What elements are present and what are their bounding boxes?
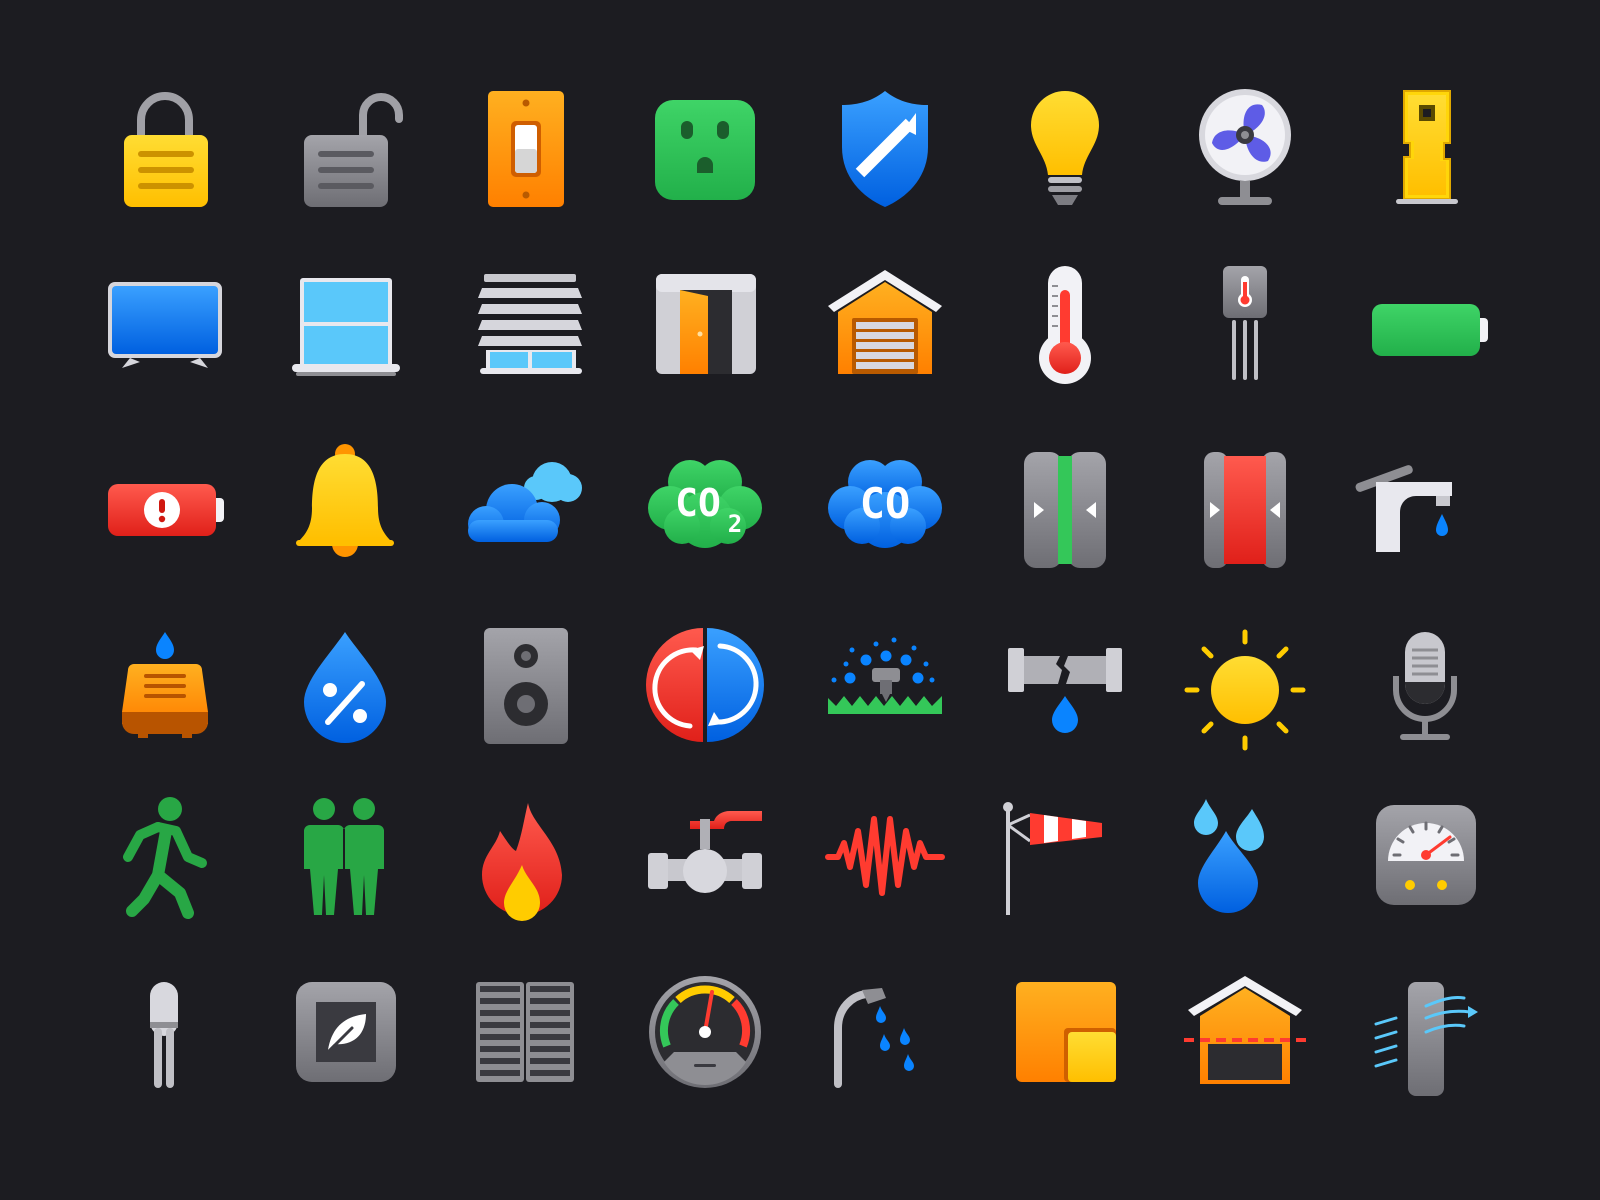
water-valve-icon [640,795,770,925]
co2-subscript: 2 [728,510,742,538]
speaker-icon [460,620,590,750]
co-sensor-icon: CO [820,440,950,570]
light-bulb-icon [1000,85,1130,215]
light-switch-icon [460,85,590,215]
co2-sensor-icon: CO 2 [640,440,770,570]
meter-gauge-icon [1360,795,1490,925]
television-icon [100,262,230,392]
garage-door-icon [820,262,950,392]
shower-icon [820,972,950,1102]
radiator-icon [460,972,590,1102]
motion-walking-icon [100,795,230,925]
air-flow-icon [1360,972,1490,1102]
occupancy-people-icon [280,795,410,925]
battery-full-icon [1360,262,1490,392]
window-blinds-icon [460,262,590,392]
speedometer-icon [640,972,770,1102]
probe-sensor-icon [100,972,230,1102]
water-drops-icon [1180,795,1310,925]
fan-icon [1180,85,1310,215]
heat-cool-mode-icon [640,620,770,750]
temperature-sensor-icon [1180,262,1310,392]
co2-label: CO [675,481,721,525]
floor-plan-icon [1000,972,1130,1102]
leak-pipe-icon [1000,620,1130,750]
faucet-icon [1355,440,1490,570]
battery-low-icon [100,440,230,570]
thermometer-icon [1000,262,1130,392]
humidifier-icon [100,620,230,750]
window-icon [280,262,410,392]
humidity-icon [280,620,410,750]
vibration-icon [820,795,950,925]
power-outlet-icon [640,85,770,215]
lock-closed-icon [100,85,230,215]
bell-icon [280,440,410,570]
icon-grid: CO 2 CO [0,0,1600,1200]
sun-icon [1180,620,1310,751]
co-label: CO [860,479,911,528]
air-purifier-icon [1360,85,1490,215]
sprinkler-icon [820,620,950,750]
microphone-icon [1360,620,1490,750]
cloud-icon [460,440,590,570]
flame-icon [460,795,590,925]
door-icon [640,262,770,392]
contact-sensor-closed-icon [1000,440,1130,570]
lock-open-icon [280,85,410,215]
garage-open-icon [1180,972,1310,1102]
windsock-icon [1000,795,1130,925]
security-shield-icon [820,85,950,215]
eco-mode-icon [280,972,410,1102]
contact-sensor-open-icon [1180,440,1310,570]
